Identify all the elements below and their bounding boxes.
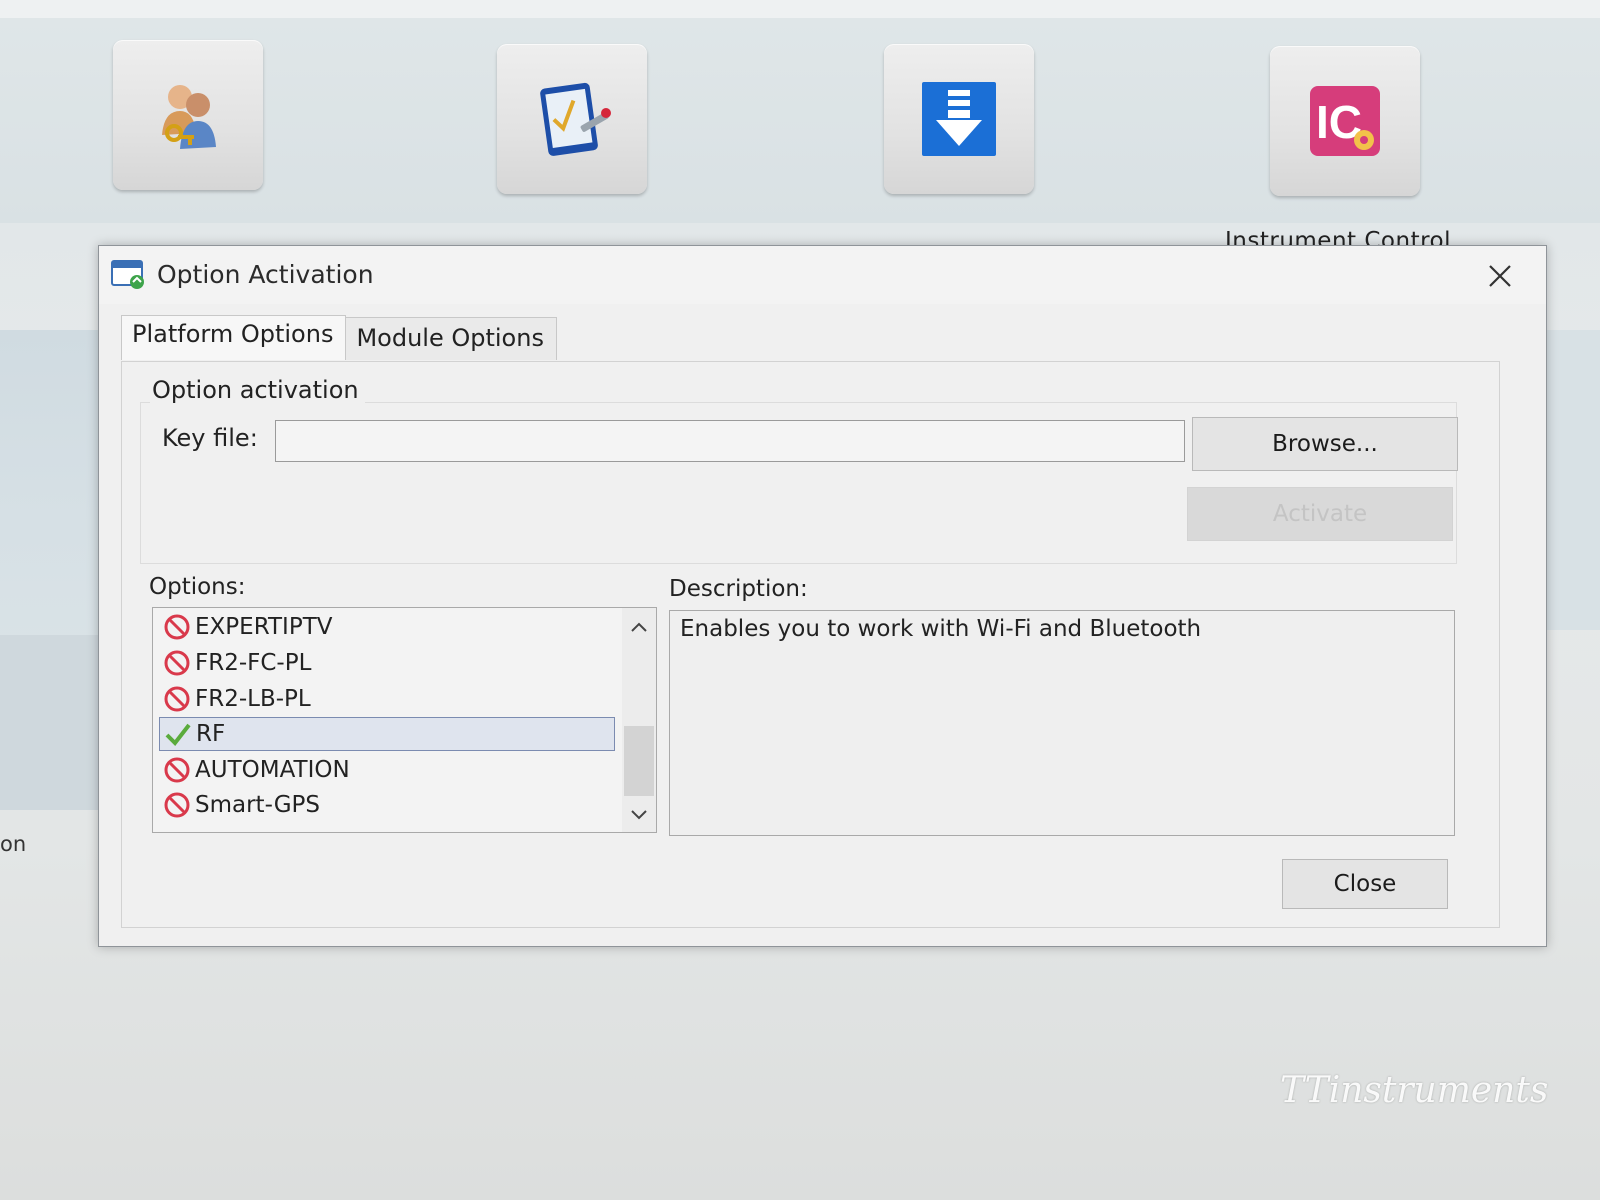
prohibited-icon xyxy=(164,686,190,712)
key-file-input[interactable] xyxy=(275,420,1185,462)
option-item-rf[interactable]: RF xyxy=(159,717,615,751)
options-label: Options: xyxy=(149,574,246,600)
dialog-titlebar[interactable]: Option Activation xyxy=(99,246,1546,304)
chevron-down-icon[interactable] xyxy=(627,802,651,826)
option-label: Smart-GPS xyxy=(195,792,321,818)
watermark-text: TTinstruments xyxy=(1280,1070,1549,1111)
prohibited-icon xyxy=(164,650,190,676)
option-item-automation[interactable]: AUTOMATION xyxy=(159,753,615,787)
window-icon xyxy=(111,260,144,289)
close-icon[interactable] xyxy=(1484,260,1516,292)
tab-platform-options[interactable]: Platform Options xyxy=(121,315,347,360)
description-label: Description: xyxy=(669,576,808,602)
activate-button[interactable]: Activate xyxy=(1187,487,1453,541)
key-file-label: Key file: xyxy=(162,424,258,452)
background-left-text-fragment: on xyxy=(0,832,27,856)
option-label: EXPERTIPTV xyxy=(195,614,333,640)
prohibited-icon xyxy=(164,757,190,783)
prohibited-icon xyxy=(164,792,190,818)
option-item-fr2-lb-pl[interactable]: FR2-LB-PL xyxy=(159,682,615,716)
scrollbar-thumb[interactable] xyxy=(624,726,654,796)
option-item-fr2-fc-pl[interactable]: FR2-FC-PL xyxy=(159,646,615,680)
option-activation-dialog: Option Activation Platform Options Modul… xyxy=(98,245,1547,947)
instrument-control-tile[interactable]: IC xyxy=(1270,46,1420,196)
checkmark-icon xyxy=(165,723,191,747)
option-label: FR2-LB-PL xyxy=(195,686,311,712)
ic-gear-icon: IC xyxy=(1310,86,1380,156)
tab-strip: Platform Options Module Options xyxy=(121,315,557,360)
dialog-title: Option Activation xyxy=(157,260,374,289)
browse-button[interactable]: Browse... xyxy=(1192,417,1458,471)
tablet-checklist-icon xyxy=(540,82,611,156)
group-title: Option activation xyxy=(150,376,365,404)
download-tile[interactable] xyxy=(884,44,1034,194)
checklist-tile[interactable] xyxy=(497,44,647,194)
tab-module-options[interactable]: Module Options xyxy=(345,317,557,360)
download-arrow-icon xyxy=(922,82,996,156)
users-tile[interactable] xyxy=(113,40,263,190)
background-top-bar xyxy=(0,0,1600,18)
options-list[interactable]: EXPERTIPTV FR2-FC-PL FR2-LB-PL RF AUTOMA… xyxy=(152,607,657,833)
chevron-up-icon[interactable] xyxy=(627,616,651,640)
option-label: RF xyxy=(196,721,226,747)
description-box: Enables you to work with Wi-Fi and Bluet… xyxy=(669,610,1455,836)
option-item-expertiptv[interactable]: EXPERTIPTV xyxy=(159,610,615,644)
option-item-smart-gps[interactable]: Smart-GPS xyxy=(159,788,615,822)
platform-options-panel: Option activation Key file: Browse... Ac… xyxy=(121,361,1500,928)
prohibited-icon xyxy=(164,614,190,640)
options-scrollbar[interactable] xyxy=(622,608,656,832)
option-label: FR2-FC-PL xyxy=(195,650,312,676)
option-label: AUTOMATION xyxy=(195,757,350,783)
close-button[interactable]: Close xyxy=(1282,859,1448,909)
users-key-icon xyxy=(162,85,216,149)
